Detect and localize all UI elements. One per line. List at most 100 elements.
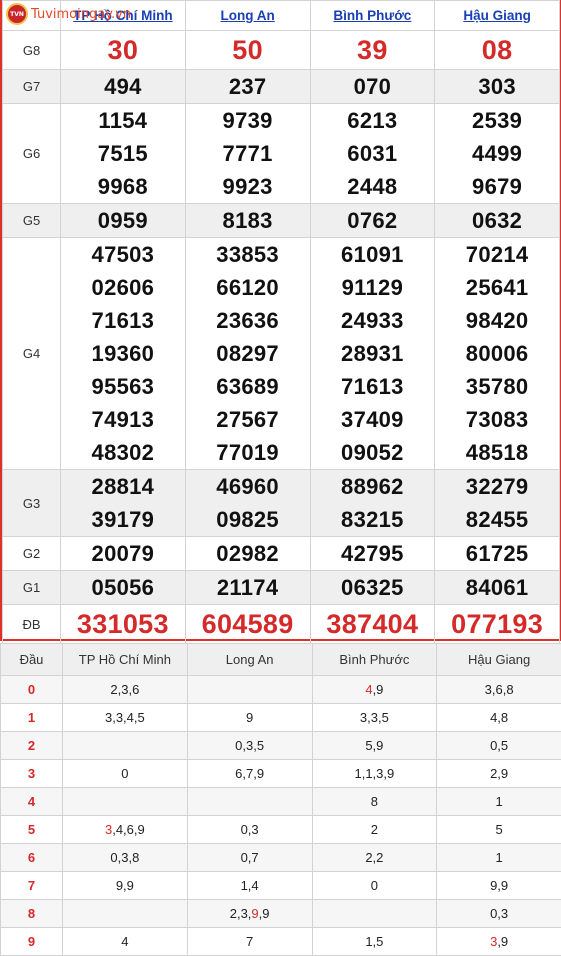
- prize-cell: 70214256419842080006357807308348518: [435, 238, 560, 470]
- prize-number: 39179: [61, 503, 185, 536]
- loto-cell: 0: [63, 760, 188, 788]
- prize-number: 98420: [435, 304, 559, 337]
- loto-cell: [63, 732, 188, 760]
- prize-number: 83215: [311, 503, 435, 536]
- loto-cell: 0,7: [187, 844, 312, 872]
- loto-cell: 2,3,6: [63, 676, 188, 704]
- prize-number: 9968: [61, 170, 185, 203]
- province-link-binh-phuoc[interactable]: Bình Phước: [333, 8, 411, 23]
- prize-row-g2: G220079029824279561725: [3, 537, 560, 571]
- prize-row-g3: G328814391794696009825889628321532279824…: [3, 470, 560, 537]
- prize-cell: 604589: [185, 605, 310, 644]
- prize-number: 494: [61, 70, 185, 103]
- prize-label: G4: [3, 238, 61, 470]
- prize-cell: 8896283215: [310, 470, 435, 537]
- prize-number: 237: [186, 70, 310, 103]
- prize-number: 70214: [435, 238, 559, 271]
- prize-number: 42795: [311, 537, 435, 570]
- prize-number: 24933: [311, 304, 435, 337]
- prize-number: 61091: [311, 238, 435, 271]
- prize-number: 20079: [61, 537, 185, 570]
- prize-number: 61725: [435, 537, 559, 570]
- dau-digit: 3: [1, 760, 63, 788]
- loto-header-row: Đầu TP Hồ Chí Minh Long An Bình Phước Hậ…: [1, 644, 561, 676]
- loto-cell: 1: [437, 788, 561, 816]
- loto-digits: 1,1,3,9: [354, 766, 394, 781]
- loto-digits: 2,9: [490, 766, 508, 781]
- province-link-hau-giang[interactable]: Hậu Giang: [463, 8, 531, 23]
- loto-cell: 0,3: [437, 900, 561, 928]
- prize-cell: 973977719923: [185, 104, 310, 204]
- prize-number: 604589: [186, 605, 310, 643]
- loto-digit-highlight: 4: [365, 682, 372, 697]
- loto-col-header: TP Hồ Chí Minh: [63, 644, 188, 676]
- prize-number: 19360: [61, 337, 185, 370]
- prize-number: 91129: [311, 271, 435, 304]
- logo-badge-icon: TVN: [6, 3, 28, 25]
- loto-cell: 3,9: [437, 928, 561, 956]
- prize-number: 2539: [435, 104, 559, 137]
- prize-row-g4: G447503026067161319360955637491348302338…: [3, 238, 560, 470]
- prize-cell: 84061: [435, 571, 560, 605]
- prize-number: 48302: [61, 436, 185, 469]
- prize-label: G6: [3, 104, 61, 204]
- prize-cell: 0762: [310, 204, 435, 238]
- prize-number: 48518: [435, 436, 559, 469]
- loto-cell: [63, 900, 188, 928]
- loto-row: 8 2,3,9,9 0,3: [1, 900, 561, 928]
- prize-cell: 61725: [435, 537, 560, 571]
- prize-cell: 08: [435, 31, 560, 70]
- prize-row-g6: G611547515996897397771992362136031244825…: [3, 104, 560, 204]
- prize-label: ĐB: [3, 605, 61, 644]
- prize-cell: 387404: [310, 605, 435, 644]
- prize-number: 27567: [186, 403, 310, 436]
- prize-cell: 42795: [310, 537, 435, 571]
- prize-number: 05056: [61, 571, 185, 604]
- prize-number: 82455: [435, 503, 559, 536]
- loto-digits: 0: [371, 878, 378, 893]
- dau-digit: 8: [1, 900, 63, 928]
- prize-cell: 05056: [61, 571, 186, 605]
- prize-number: 28931: [311, 337, 435, 370]
- prize-number: 09052: [311, 436, 435, 469]
- dau-digit: 0: [1, 676, 63, 704]
- dau-digit: 4: [1, 788, 63, 816]
- prize-number: 09825: [186, 503, 310, 536]
- loto-cell: 0,3,8: [63, 844, 188, 872]
- loto-cell: [187, 676, 312, 704]
- prize-row-g5: G50959818307620632: [3, 204, 560, 238]
- prize-number: 1154: [61, 104, 185, 137]
- loto-cell: 4,9: [312, 676, 437, 704]
- loto-cell: 0,5: [437, 732, 561, 760]
- prize-cell: 621360312448: [310, 104, 435, 204]
- prize-number: 37409: [311, 403, 435, 436]
- loto-digits: 9,9: [490, 878, 508, 893]
- lottery-results-panel: TVN Tuvimoingay.vn TP Hồ Chí Minh Long A…: [0, 0, 561, 641]
- prize-number: 66120: [186, 271, 310, 304]
- prize-number: 077193: [435, 605, 559, 643]
- loto-dau-table-panel: Đầu TP Hồ Chí Minh Long An Bình Phước Hậ…: [0, 643, 561, 956]
- loto-cell: 9,9: [63, 872, 188, 900]
- loto-cell: 2,3,9,9: [187, 900, 312, 928]
- prize-number: 0959: [61, 204, 185, 237]
- site-logo[interactable]: TVN Tuvimoingay.vn: [6, 3, 131, 25]
- prize-number: 070: [311, 70, 435, 103]
- loto-cell: 1: [437, 844, 561, 872]
- loto-digits: ,9: [259, 906, 270, 921]
- loto-digit-highlight: 9: [251, 906, 258, 921]
- loto-col-header: Hậu Giang: [437, 644, 561, 676]
- prize-number: 50: [186, 31, 310, 69]
- prize-cell: 30: [61, 31, 186, 70]
- loto-cell: 7: [187, 928, 312, 956]
- loto-digits: 2,3,: [230, 906, 252, 921]
- prize-number: 331053: [61, 605, 185, 643]
- loto-col-header: Long An: [187, 644, 312, 676]
- loto-digits: 0,3,8: [110, 850, 139, 865]
- loto-cell: 2: [312, 816, 437, 844]
- results-table: TP Hồ Chí Minh Long An Bình Phước Hậu Gi…: [2, 0, 560, 644]
- province-link-long-an[interactable]: Long An: [221, 8, 275, 23]
- prize-label: G2: [3, 537, 61, 571]
- loto-cell: 1,5: [312, 928, 437, 956]
- prize-cell: 303: [435, 70, 560, 104]
- loto-digits: 1: [496, 794, 503, 809]
